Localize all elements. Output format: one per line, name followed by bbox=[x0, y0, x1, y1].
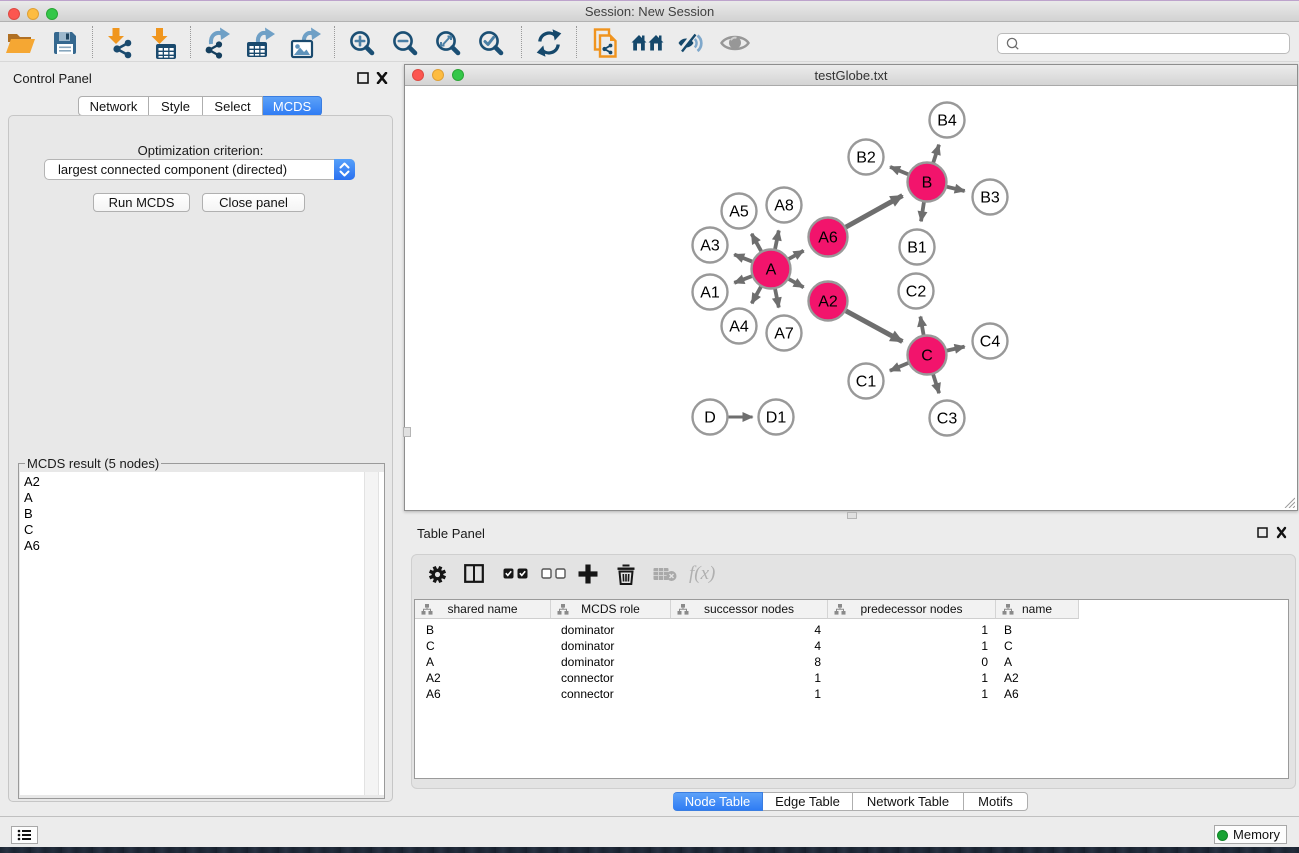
svg-text:B2: B2 bbox=[856, 150, 876, 167]
svg-text:B3: B3 bbox=[980, 190, 1000, 207]
svg-text:A2: A2 bbox=[818, 294, 838, 311]
svg-text:C: C bbox=[921, 348, 933, 365]
svg-text:C1: C1 bbox=[856, 374, 877, 391]
svg-text:C3: C3 bbox=[937, 411, 958, 428]
svg-text:B: B bbox=[922, 175, 933, 192]
svg-text:C4: C4 bbox=[980, 334, 1001, 351]
svg-text:D: D bbox=[704, 410, 716, 427]
svg-text:A5: A5 bbox=[729, 204, 749, 221]
svg-text:A6: A6 bbox=[818, 230, 838, 247]
svg-text:A: A bbox=[766, 262, 777, 279]
svg-text:A1: A1 bbox=[700, 285, 720, 302]
svg-text:A7: A7 bbox=[774, 326, 794, 343]
svg-text:A3: A3 bbox=[700, 238, 720, 255]
svg-text:B4: B4 bbox=[937, 113, 957, 130]
svg-text:A8: A8 bbox=[774, 198, 794, 215]
svg-text:D1: D1 bbox=[766, 410, 787, 427]
svg-text:C2: C2 bbox=[906, 284, 927, 301]
svg-text:B1: B1 bbox=[907, 240, 927, 257]
svg-text:A4: A4 bbox=[729, 319, 749, 336]
